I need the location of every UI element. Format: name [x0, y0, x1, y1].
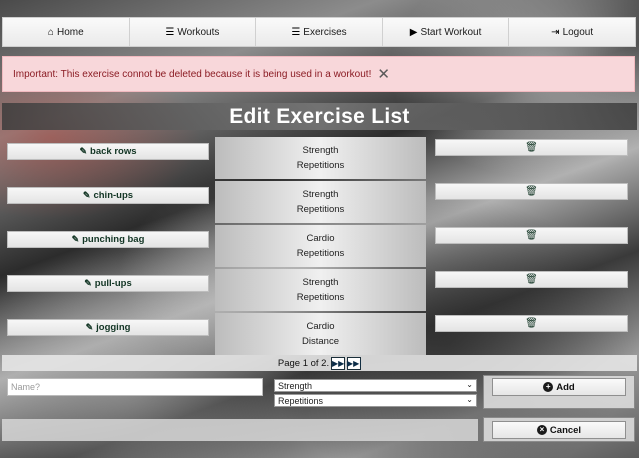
trash-icon: 🗑 [525, 142, 538, 153]
nav-start-workout-label: Start Workout [420, 26, 482, 38]
trash-icon: 🗑 [525, 274, 538, 285]
close-icon[interactable]: ✕ [377, 67, 390, 82]
nav-home[interactable]: ⌂ Home [3, 18, 130, 46]
sign-out-icon: ⇥ [551, 26, 560, 38]
page-title: Edit Exercise List [229, 104, 410, 128]
edit-icon: ✎ [79, 146, 88, 156]
exercise-row: ✎ back rows Strength Repetitions 🗑 [0, 137, 639, 179]
nav-logout-label: Logout [562, 26, 594, 38]
category-select-value: Strength [278, 380, 313, 391]
nav-exercises-label: Exercises [303, 26, 347, 38]
exercise-row: ✎ punching bag Cardio Repetitions 🗑 [0, 225, 639, 267]
play-icon: ▶ [409, 26, 418, 38]
exercise-category: Strength [302, 145, 339, 156]
home-icon: ⌂ [47, 26, 54, 38]
exercise-type-cell: Cardio Distance [215, 313, 426, 355]
exercise-name-input[interactable] [7, 378, 263, 396]
page-indicator: Page 1 of 2. [277, 357, 330, 369]
edit-exercise-button[interactable]: ✎ chin-ups [7, 187, 209, 204]
next-page-button[interactable]: ▶▶ [331, 356, 346, 370]
nav-workouts-label: Workouts [177, 26, 220, 38]
list-icon: ☰ [165, 26, 175, 38]
delete-exercise-button[interactable]: 🗑 [435, 227, 628, 244]
delete-exercise-button[interactable]: 🗑 [435, 183, 628, 200]
exercise-category: Cardio [306, 233, 335, 244]
exercise-row: ✎ chin-ups Strength Repetitions 🗑 [0, 181, 639, 223]
title-bar: Edit Exercise List [2, 103, 637, 130]
exercise-type-cell: Strength Repetitions [215, 137, 426, 179]
exercise-row: ✎ jogging Cardio Distance 🗑 [0, 313, 639, 355]
edit-icon: ✎ [82, 190, 91, 200]
form-footer [2, 419, 478, 441]
exercise-name: pull-ups [94, 278, 132, 289]
exercise-measure: Repetitions [296, 160, 345, 171]
add-button[interactable]: + Add [492, 378, 626, 396]
exercise-measure: Repetitions [296, 292, 345, 303]
edit-exercise-button[interactable]: ✎ back rows [7, 143, 209, 160]
exercise-row: ✎ pull-ups Strength Repetitions 🗑 [0, 269, 639, 311]
pagination: Page 1 of 2. ▶▶ ▶▶| [2, 355, 637, 371]
trash-icon: 🗑 [525, 230, 538, 241]
trash-icon: 🗑 [525, 318, 538, 329]
delete-exercise-button[interactable]: 🗑 [435, 139, 628, 156]
cancel-button[interactable]: × Cancel [492, 421, 626, 439]
nav-exercises[interactable]: ☰ Exercises [256, 18, 383, 46]
alert-message: Important: This exercise connot be delet… [13, 68, 372, 80]
exercise-name: punching bag [82, 234, 145, 245]
edit-icon: ✎ [84, 278, 92, 288]
times-circle-icon: × [536, 425, 547, 435]
cancel-button-label: Cancel [549, 424, 582, 436]
list-icon: ☰ [291, 26, 301, 38]
exercise-type-cell: Strength Repetitions [215, 269, 426, 311]
edit-exercise-button[interactable]: ✎ punching bag [7, 231, 209, 248]
edit-icon: ✎ [85, 322, 94, 332]
measure-select-value: Repetitions [278, 395, 324, 406]
exercise-name: jogging [96, 322, 131, 333]
add-button-label: Add [556, 381, 575, 393]
edit-icon: ✎ [71, 234, 80, 244]
error-alert: Important: This exercise connot be delet… [2, 56, 635, 92]
category-select[interactable]: Strength ⌄ [274, 379, 477, 392]
exercise-measure: Repetitions [296, 204, 345, 215]
exercise-type-cell: Strength Repetitions [215, 181, 426, 223]
nav-home-label: Home [56, 26, 84, 38]
nav-workouts[interactable]: ☰ Workouts [129, 18, 257, 46]
nav-logout[interactable]: ⇥ Logout [509, 18, 635, 46]
trash-icon: 🗑 [525, 186, 538, 197]
chevron-down-icon: ⌄ [466, 380, 473, 389]
exercise-name: back rows [90, 146, 137, 157]
main-nav: ⌂ Home ☰ Workouts ☰ Exercises ▶ Start Wo… [2, 17, 636, 47]
delete-exercise-button[interactable]: 🗑 [435, 271, 628, 288]
plus-circle-icon: + [543, 382, 554, 392]
exercise-type-cell: Cardio Repetitions [215, 225, 426, 267]
edit-exercise-button[interactable]: ✎ jogging [7, 319, 209, 336]
edit-exercise-button[interactable]: ✎ pull-ups [7, 275, 209, 292]
exercise-category: Strength [302, 189, 339, 200]
delete-exercise-button[interactable]: 🗑 [435, 315, 628, 332]
exercise-name: chin-ups [93, 190, 134, 201]
exercise-measure: Repetitions [296, 248, 345, 259]
measure-select[interactable]: Repetitions ⌄ [274, 394, 477, 407]
exercise-category: Strength [302, 277, 339, 288]
exercise-measure: Distance [302, 336, 339, 347]
nav-start-workout[interactable]: ▶ Start Workout [382, 18, 510, 46]
chevron-down-icon: ⌄ [466, 395, 473, 404]
last-page-button[interactable]: ▶▶| [347, 356, 361, 370]
exercise-category: Cardio [306, 321, 335, 332]
